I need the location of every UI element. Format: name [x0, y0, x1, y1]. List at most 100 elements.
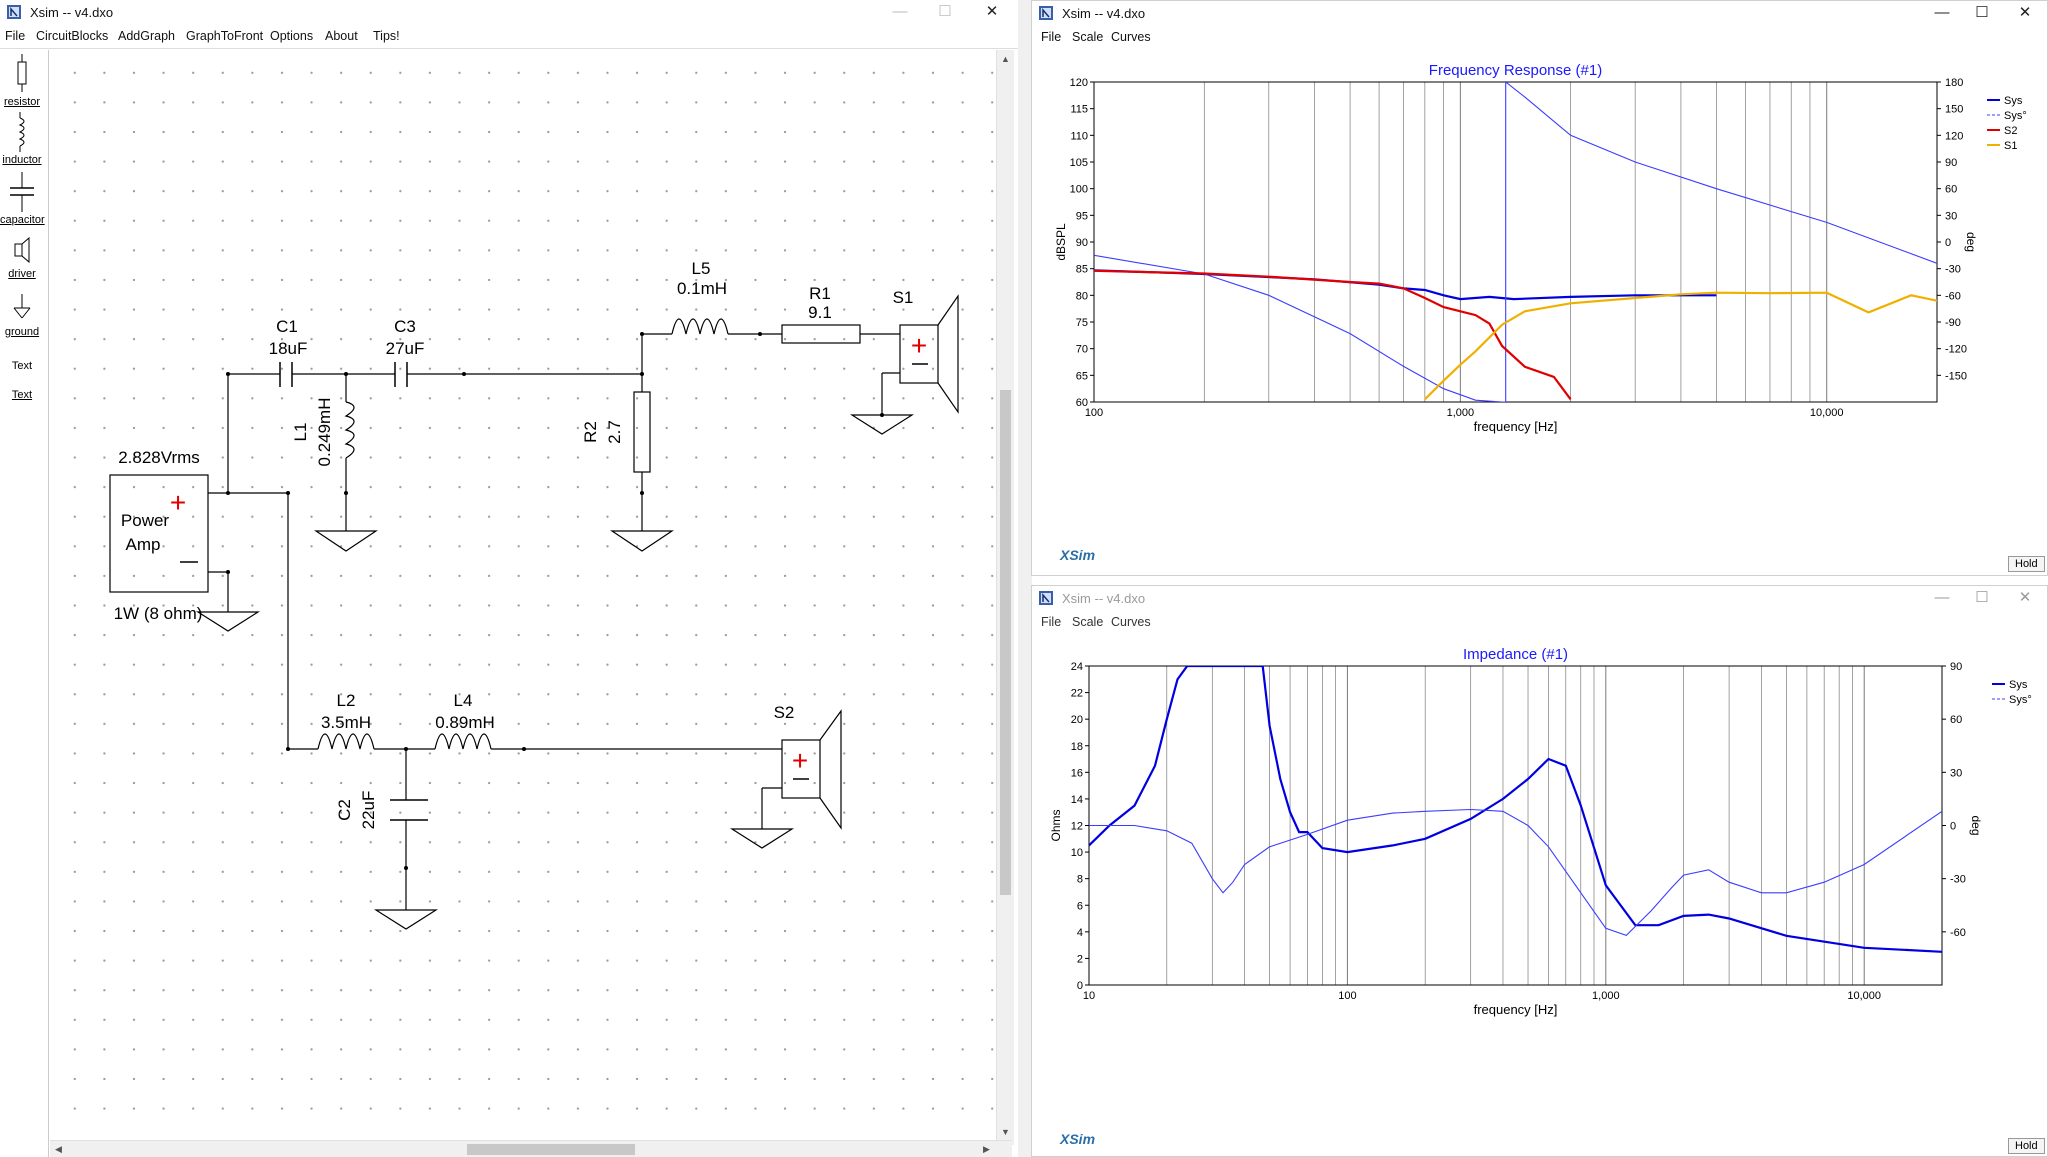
r1-name: R1: [809, 284, 831, 303]
legend-label: Sys°: [2004, 110, 2027, 122]
legend-label: Sys: [2009, 679, 2028, 691]
c3-name: C3: [394, 317, 416, 336]
menu-file[interactable]: File: [1041, 615, 1061, 629]
c1-value: 18uF: [269, 339, 308, 358]
y-tick-label: 105: [1070, 157, 1088, 169]
y-tick-label: 75: [1076, 317, 1088, 329]
y-tick-label: 65: [1076, 370, 1088, 382]
scroll-up-arrow[interactable]: ▲: [998, 52, 1013, 67]
l4-coil[interactable]: [434, 733, 492, 750]
chart-title: Impedance (#1): [1463, 646, 1568, 663]
scroll-left-arrow[interactable]: ◀: [51, 1142, 66, 1157]
fr-titlebar[interactable]: Xsim -- v4.dxo — ☐ ✕: [1032, 1, 2047, 25]
x-tick-label: 1,000: [1447, 407, 1475, 419]
svg-text:+: +: [911, 330, 927, 361]
y2-tick-label: -90: [1945, 317, 1961, 329]
l2-name: L2: [337, 691, 356, 710]
l4-value: 0.89mH: [435, 713, 495, 732]
series-line-s2: [1094, 269, 1572, 400]
series-line-sys: [1094, 269, 1717, 301]
l1-value: 0.249mH: [315, 398, 334, 467]
r1-resistor[interactable]: [781, 324, 861, 344]
y2-tick-label: 180: [1945, 77, 1963, 89]
horizontal-scroll-thumb[interactable]: [467, 1144, 635, 1155]
app-icon: [1039, 591, 1053, 605]
scroll-down-arrow[interactable]: ▼: [998, 1125, 1013, 1140]
l5-coil[interactable]: [671, 318, 729, 335]
y2-tick-label: 60: [1945, 184, 1957, 196]
x-axis-label: frequency [Hz]: [1474, 1002, 1558, 1017]
vertical-scroll-thumb[interactable]: [1000, 390, 1011, 895]
power-amp-box[interactable]: [109, 474, 209, 593]
menu-curves[interactable]: Curves: [1111, 615, 1151, 629]
y-tick-label: 8: [1077, 874, 1083, 886]
impedance-plot[interactable]: 024681012141618202224-60-30030609010 100 1…: [1032, 636, 2047, 1156]
hold-button[interactable]: Hold: [2008, 556, 2045, 572]
y-tick-label: 115: [1070, 104, 1088, 116]
svg-text:+: +: [792, 745, 808, 776]
vertical-scrollbar[interactable]: ▲ ▼: [996, 50, 1014, 1145]
maximize-button[interactable]: ☐: [1962, 3, 2002, 23]
r2-value: 2.7: [605, 420, 624, 444]
maximize-button[interactable]: ☐: [1962, 588, 2002, 608]
horizontal-scrollbar[interactable]: ◀ ▶: [50, 1140, 1012, 1157]
menu-file[interactable]: File: [1041, 30, 1061, 44]
y2-tick-label: 30: [1950, 767, 1962, 779]
svg-text:+: +: [170, 487, 186, 518]
y2-tick-label: 0: [1950, 821, 1956, 833]
fr-menubar: File Scale Curves: [1032, 27, 2047, 49]
menu-scale[interactable]: Scale: [1072, 30, 1103, 44]
close-button[interactable]: ✕: [2005, 588, 2045, 608]
imp-titlebar[interactable]: Xsim -- v4.dxo — ☐ ✕: [1032, 586, 2047, 610]
y-tick-label: 95: [1076, 210, 1088, 222]
x-tick-label: 10: [1083, 990, 1095, 1002]
y-tick-label: 85: [1076, 264, 1088, 276]
y2-tick-label: 120: [1945, 130, 1963, 142]
y-axis-label: Ohms: [1049, 809, 1063, 841]
y2-axis-label: deg: [1969, 815, 1983, 835]
plot-frame: [1088, 665, 1943, 986]
series-line-sys: [1094, 82, 1937, 402]
menu-curves[interactable]: Curves: [1111, 30, 1151, 44]
y-tick-label: 14: [1071, 794, 1083, 806]
y2-axis-label: deg: [1964, 232, 1978, 252]
app-icon: [1039, 6, 1053, 20]
amp-line2: Amp: [126, 535, 161, 554]
y2-tick-label: -30: [1945, 264, 1961, 276]
y-tick-label: 16: [1071, 767, 1083, 779]
l1-coil[interactable]: [344, 401, 355, 459]
x-axis-label: frequency [Hz]: [1474, 419, 1558, 434]
frequency-response-window: Xsim -- v4.dxo — ☐ ✕ File Scale Curves 6…: [1031, 0, 2048, 576]
window-title: Xsim -- v4.dxo: [1062, 6, 1146, 21]
close-button[interactable]: ✕: [2005, 3, 2045, 23]
frequency-response-plot[interactable]: 60 65 70 75 80 85 90 95 100 105 110 115 120 -150 -120 -…: [1032, 51, 2047, 571]
l5-name: L5: [692, 259, 711, 278]
l4-name: L4: [454, 691, 473, 710]
y-tick-label: 120: [1070, 77, 1088, 89]
s2-name: S2: [774, 703, 795, 722]
y2-tick-label: 60: [1950, 714, 1962, 726]
y-tick-label: 10: [1071, 847, 1083, 859]
legend-label: S1: [2004, 140, 2017, 152]
y-tick-label: 90: [1076, 237, 1088, 249]
c1-name: C1: [276, 317, 298, 336]
hold-button[interactable]: Hold: [2008, 1138, 2045, 1154]
l2-coil[interactable]: [317, 733, 375, 750]
y2-tick-label: -60: [1950, 927, 1966, 939]
r2-resistor[interactable]: [633, 391, 651, 473]
scroll-right-arrow[interactable]: ▶: [979, 1142, 994, 1157]
l1-name: L1: [291, 423, 310, 442]
c3-value: 27uF: [386, 339, 425, 358]
l2-value: 3.5mH: [321, 713, 371, 732]
s1-name: S1: [893, 288, 914, 307]
x-tick-label: 10,000: [1847, 990, 1881, 1002]
y2-tick-label: 90: [1950, 661, 1962, 673]
xsim-logo: XSim: [1060, 1131, 1096, 1147]
menu-scale[interactable]: Scale: [1072, 615, 1103, 629]
y2-tick-label: -30: [1950, 874, 1966, 886]
wires: [109, 294, 959, 930]
minimize-button[interactable]: —: [1922, 588, 1962, 608]
minimize-button[interactable]: —: [1922, 3, 1962, 23]
window-gap: [1018, 0, 1032, 1157]
x-tick-label: 1,000: [1592, 990, 1620, 1002]
